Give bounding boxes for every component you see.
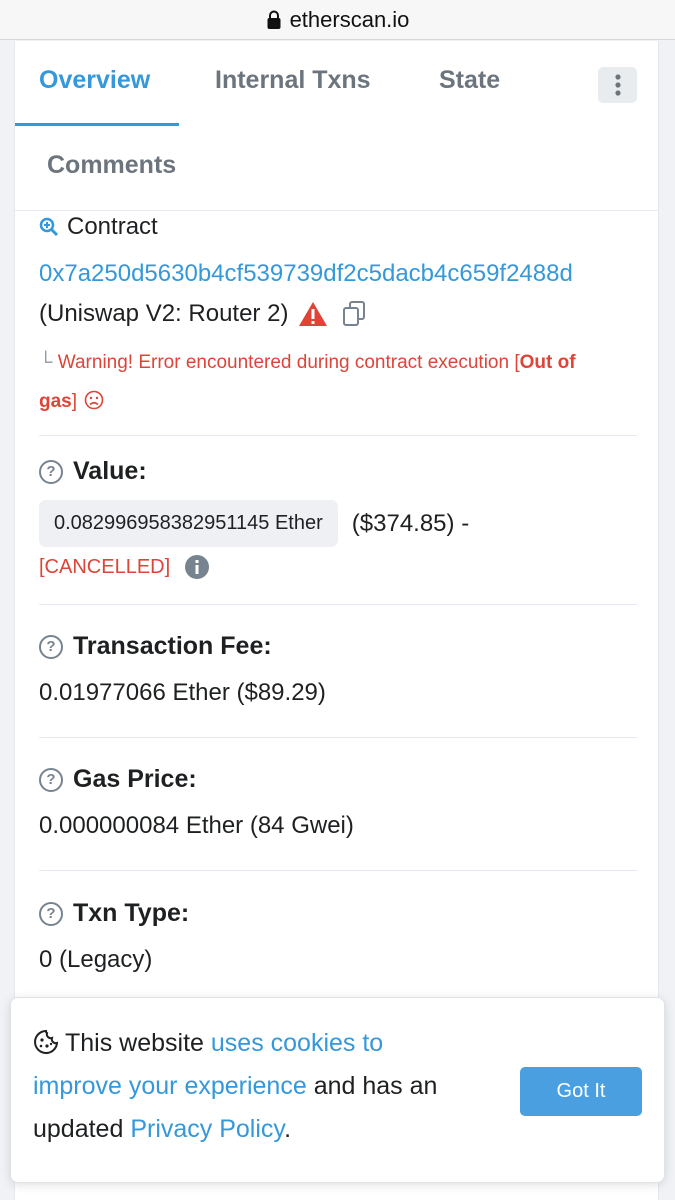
- cookie-policy-link[interactable]: uses cookies to: [211, 1029, 383, 1057]
- value-amount-row: 0.082996958382951145 Ether ($374.85) -: [39, 500, 637, 547]
- divider: [39, 737, 637, 738]
- zoom-icon: [39, 217, 59, 237]
- execution-warning: └ Warning! Error encountered during cont…: [39, 343, 637, 421]
- warning-text: Warning! Error encountered during contra…: [57, 352, 520, 373]
- warning-triangle-icon: [299, 302, 328, 326]
- fee-amount: 0.01977066 Ether ($89.29): [39, 679, 326, 706]
- value-label-row: ? Value:: [39, 457, 637, 486]
- help-icon[interactable]: ?: [39, 901, 63, 926]
- help-icon[interactable]: ?: [39, 634, 63, 659]
- gas-price-label: Gas Price:: [73, 765, 197, 793]
- value-status-row: [CANCELLED]: [39, 554, 637, 580]
- txn-type-label-row: ? Txn Type:: [39, 899, 637, 928]
- value-usd: ($374.85) -: [351, 509, 470, 537]
- corner-arrow-icon: └: [39, 352, 53, 373]
- tab-overview[interactable]: Overview: [39, 66, 150, 95]
- warning-reason-cont: gas: [39, 391, 72, 412]
- info-icon[interactable]: [184, 554, 210, 580]
- more-vertical-icon: [614, 74, 621, 96]
- cookie-banner: This website uses cookies to improve you…: [10, 997, 665, 1183]
- tab-comments[interactable]: Comments: [47, 151, 176, 180]
- cookie-text-2: and has an: [306, 1072, 438, 1100]
- help-icon[interactable]: ?: [39, 459, 63, 484]
- contract-address-link[interactable]: 0x7a250d5630b4cf539739df2c5dacb4c659f248…: [39, 260, 637, 288]
- value-amount: 0.082996958382951145 Ether: [39, 500, 338, 547]
- sad-face-icon: [85, 390, 104, 410]
- gas-price-amount: 0.000000084 Ether (84 Gwei): [39, 812, 354, 839]
- cookie-text-4: .: [284, 1115, 292, 1143]
- got-it-button[interactable]: Got It: [520, 1067, 642, 1116]
- cookie-icon: [34, 1029, 59, 1054]
- divider: [39, 435, 637, 436]
- url-text: etherscan.io: [289, 6, 410, 32]
- txn-type-label: Txn Type:: [73, 899, 190, 927]
- value-label: Value:: [73, 457, 147, 485]
- lock-icon: [267, 10, 281, 29]
- gas-price-label-row: ? Gas Price:: [39, 765, 637, 794]
- fee-label: Transaction Fee:: [73, 632, 272, 660]
- help-icon[interactable]: ?: [39, 767, 63, 792]
- cancelled-status: [CANCELLED]: [39, 555, 171, 578]
- browser-address-bar[interactable]: etherscan.io: [0, 0, 675, 40]
- divider: [39, 604, 637, 605]
- more-tabs-button[interactable]: [598, 67, 637, 103]
- cookie-text-3: updated: [33, 1115, 131, 1143]
- fee-label-row: ? Transaction Fee:: [39, 632, 637, 661]
- divider: [39, 870, 637, 871]
- privacy-policy-link[interactable]: Privacy Policy: [130, 1115, 284, 1143]
- cookie-policy-link-cont[interactable]: improve your experience: [33, 1072, 307, 1100]
- tab-bar: Overview Internal Txns State Comments: [15, 41, 658, 211]
- tab-internal-txns[interactable]: Internal Txns: [215, 66, 371, 95]
- contract-name-line: (Uniswap V2: Router 2): [39, 300, 637, 328]
- contract-prefix: Contract: [67, 213, 158, 240]
- warning-reason: Out of: [519, 352, 576, 373]
- copy-icon[interactable]: [342, 301, 366, 327]
- to-contract-line: Contract: [39, 213, 637, 241]
- tab-state[interactable]: State: [439, 66, 500, 95]
- active-tab-indicator: [15, 123, 179, 126]
- contract-name: (Uniswap V2: Router 2): [39, 300, 289, 327]
- cookie-text-1: This website: [65, 1029, 211, 1057]
- txn-type-value: 0 (Legacy): [39, 946, 153, 973]
- warning-bracket: ]: [71, 391, 78, 412]
- cookie-message: This website uses cookies to improve you…: [33, 1022, 493, 1151]
